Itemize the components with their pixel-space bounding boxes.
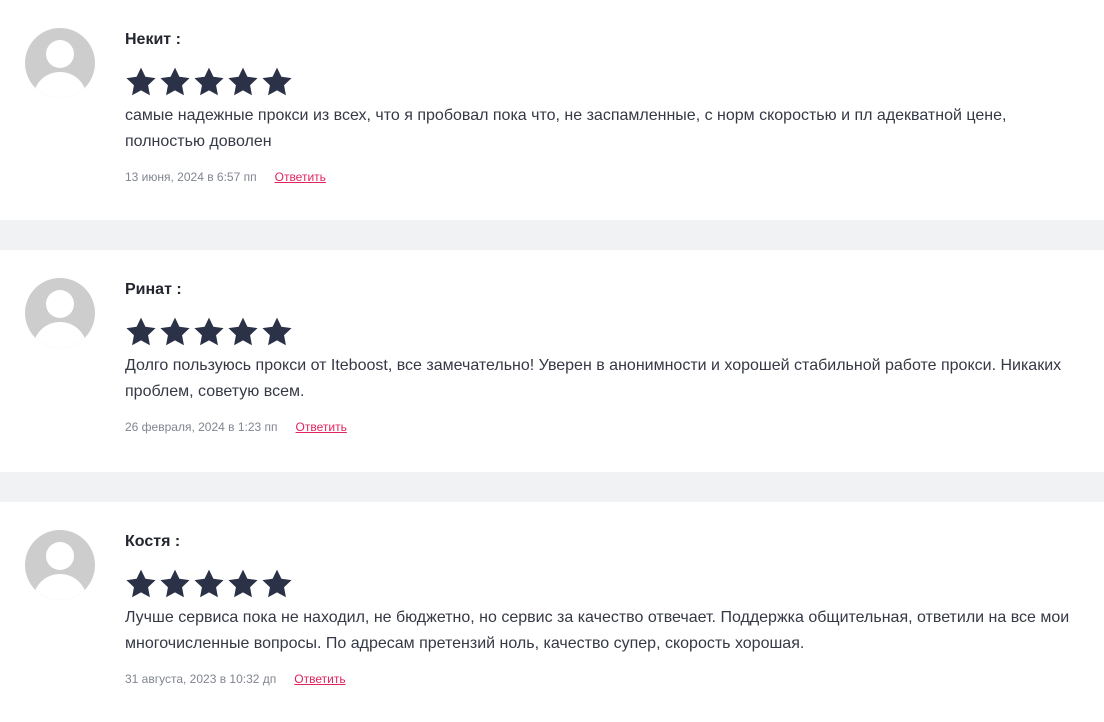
star-icon (193, 316, 225, 348)
review-text: самые надежные прокси из всех, что я про… (125, 107, 1007, 150)
star-icon (227, 568, 259, 600)
star-icon (261, 316, 293, 348)
star-icon (159, 66, 191, 98)
star-icon (227, 66, 259, 98)
star-rating (125, 66, 1075, 98)
review-item: Ринат : Долго пользуюсь прокси от Iteboo… (0, 250, 1104, 472)
review-meta: 31 августа, 2023 в 10:32 дп Ответить (125, 671, 1075, 687)
review-text: Лучше сервиса пока не находил, не бюджет… (125, 609, 1070, 652)
star-rating (125, 316, 1075, 348)
star-icon (125, 316, 157, 348)
avatar-icon (25, 278, 95, 348)
review-separator (0, 472, 1104, 502)
star-icon (159, 568, 191, 600)
review-author: Ринат : (125, 281, 182, 298)
review-author: Некит : (125, 31, 181, 48)
review-separator (0, 220, 1104, 250)
review-date: 31 августа, 2023 в 10:32 дп (125, 672, 277, 686)
star-icon (193, 66, 225, 98)
star-icon (261, 66, 293, 98)
star-icon (227, 316, 259, 348)
star-icon (261, 568, 293, 600)
review-date: 13 июня, 2024 в 6:57 пп (125, 170, 257, 184)
star-icon (125, 568, 157, 600)
review-content: Костя : Лучше сервиса пока не находил, н… (125, 532, 1075, 687)
reply-link[interactable]: Ответить (296, 419, 347, 435)
review-author: Костя : (125, 533, 181, 550)
reply-link[interactable]: Ответить (294, 671, 345, 687)
star-icon (125, 66, 157, 98)
avatar-icon (25, 28, 95, 98)
review-text: Долго пользуюсь прокси от Iteboost, все … (125, 357, 1062, 400)
star-rating (125, 568, 1075, 600)
review-item: Некит : самые надежные прокси из всех, ч… (0, 0, 1104, 220)
avatar-icon (25, 530, 95, 600)
review-meta: 26 февраля, 2024 в 1:23 пп Ответить (125, 419, 1075, 435)
review-content: Ринат : Долго пользуюсь прокси от Iteboo… (125, 280, 1075, 435)
review-item: Костя : Лучше сервиса пока не находил, н… (0, 502, 1104, 722)
review-meta: 13 июня, 2024 в 6:57 пп Ответить (125, 169, 1075, 185)
reviews-list: Некит : самые надежные прокси из всех, ч… (0, 0, 1104, 722)
reply-link[interactable]: Ответить (275, 169, 326, 185)
review-content: Некит : самые надежные прокси из всех, ч… (125, 30, 1075, 185)
review-date: 26 февраля, 2024 в 1:23 пп (125, 420, 278, 434)
star-icon (193, 568, 225, 600)
star-icon (159, 316, 191, 348)
